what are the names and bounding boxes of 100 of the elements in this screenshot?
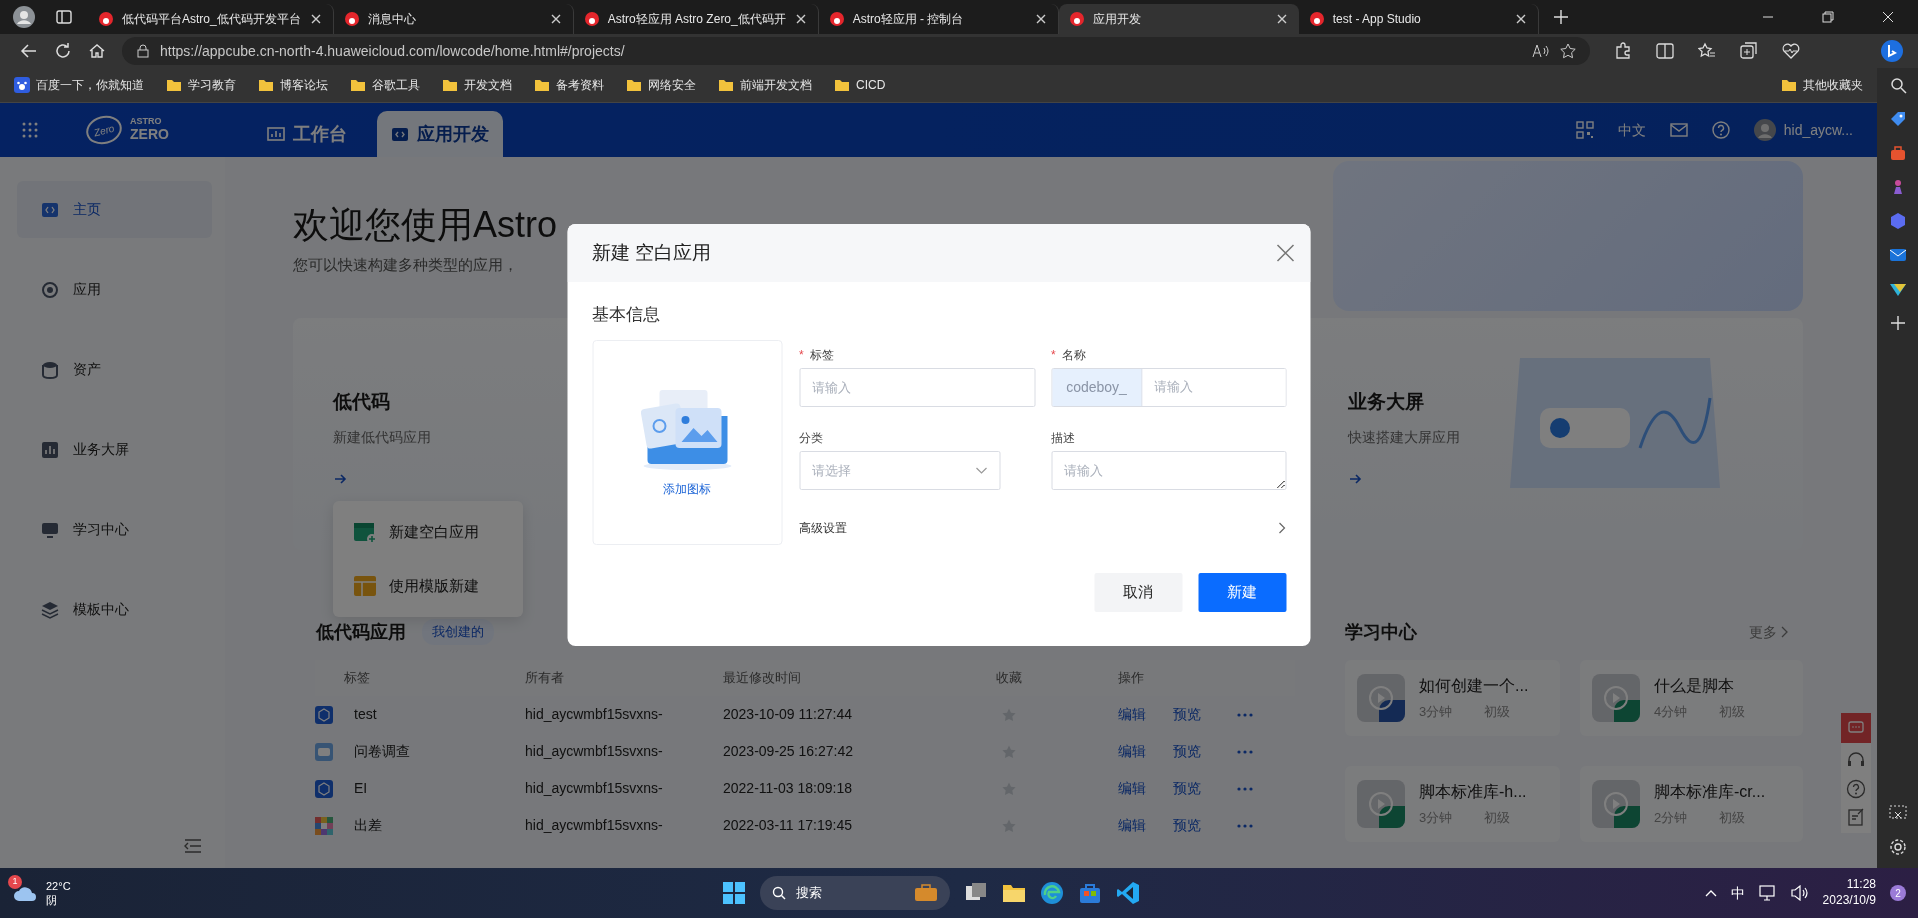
plus-icon[interactable] xyxy=(1888,314,1907,332)
bookmark[interactable]: 其他收藏夹 xyxy=(1781,76,1863,94)
app-name[interactable]: 出差 xyxy=(344,815,525,836)
name-input[interactable]: codeboy_ 请输入 xyxy=(1051,367,1286,407)
monitor-icon xyxy=(41,520,59,539)
collapse-icon[interactable] xyxy=(184,838,202,854)
sidebar-item[interactable]: 学习中心 xyxy=(17,501,212,558)
cancel-button[interactable]: 取消 xyxy=(1094,572,1182,612)
chevron-up-icon[interactable] xyxy=(1704,889,1717,897)
taskbar-search[interactable]: 搜索 xyxy=(760,876,950,910)
settings-icon[interactable] xyxy=(1888,838,1907,856)
address-bar[interactable]: https://appcube.cn-north-4.huaweicloud.com/lowcode/home.html#/projects/ xyxy=(122,37,1590,65)
menu-item[interactable]: 新建空白应用 xyxy=(333,505,523,559)
hexagon-icon[interactable] xyxy=(1888,212,1907,230)
plus-icon[interactable] xyxy=(1552,9,1569,25)
app-name[interactable]: 问卷调查 xyxy=(344,741,525,762)
text-input[interactable]: 请输入 xyxy=(799,367,1035,407)
app-name[interactable]: test xyxy=(344,704,525,725)
bookmark[interactable]: 备考资料 xyxy=(534,76,604,94)
icon-upload-area[interactable]: 添加图标 xyxy=(592,339,782,545)
more-icon[interactable] xyxy=(1237,749,1253,754)
grid-dots-icon[interactable] xyxy=(22,122,38,138)
arrow-right-icon[interactable] xyxy=(1348,471,1362,486)
filter-tab[interactable]: 我创建的 xyxy=(422,619,494,645)
sidebar-item[interactable]: 业务大屏 xyxy=(17,421,212,478)
play-icon[interactable] xyxy=(1603,791,1629,817)
start-icon[interactable] xyxy=(722,881,746,905)
more-icon[interactable] xyxy=(1237,786,1253,791)
back-arrow-icon[interactable] xyxy=(20,42,38,60)
arrow-right-icon[interactable] xyxy=(333,471,347,486)
avatar-icon[interactable] xyxy=(12,5,36,29)
user-menu[interactable]: hid_aycw... xyxy=(1753,119,1853,141)
action-link[interactable]: 预览 xyxy=(1173,778,1237,799)
sidebar-item[interactable]: 主页 xyxy=(17,181,212,238)
advanced-settings-row[interactable]: 高级设置 xyxy=(799,513,1286,542)
restore-icon[interactable] xyxy=(1822,11,1834,23)
ring-icon xyxy=(41,280,59,299)
description-input[interactable]: 请输入 xyxy=(1051,451,1286,491)
action-link[interactable]: 预览 xyxy=(1173,741,1237,762)
app-name[interactable]: EI xyxy=(344,778,525,799)
column-header: 所有者 xyxy=(525,669,565,688)
help-icon[interactable] xyxy=(1846,779,1866,799)
shopping-bag-icon[interactable] xyxy=(1078,881,1102,905)
edit-note-icon[interactable] xyxy=(1846,807,1866,827)
heartbeat-icon[interactable] xyxy=(1782,42,1800,60)
action-link[interactable]: 预览 xyxy=(1173,704,1237,725)
more-icon[interactable] xyxy=(1237,712,1253,717)
card-title: 业务大屏 xyxy=(1348,390,1425,414)
search-icon[interactable] xyxy=(1888,76,1907,94)
ribbon-icon[interactable] xyxy=(1116,881,1140,905)
menu-item[interactable]: 使用模版新建 xyxy=(333,559,523,613)
more-link[interactable]: 更多 xyxy=(1749,621,1789,643)
bookmark[interactable]: 博客论坛 xyxy=(258,76,328,94)
browser-tab[interactable]: 应用开发 xyxy=(1058,4,1299,34)
flower-icon xyxy=(583,11,600,27)
collections-icon[interactable] xyxy=(1740,42,1758,60)
card-title: 低代码 xyxy=(333,390,391,414)
notification-badge[interactable]: 2 xyxy=(1890,885,1906,901)
action-link[interactable]: 预览 xyxy=(1173,815,1237,836)
star-outline-icon[interactable] xyxy=(1560,43,1576,59)
refresh-icon[interactable] xyxy=(54,42,72,60)
bookmark[interactable]: 学习教育 xyxy=(166,76,236,94)
bookmark[interactable]: 网络安全 xyxy=(626,76,696,94)
app-tab[interactable]: 工作台 xyxy=(252,111,361,157)
more-icon[interactable] xyxy=(1237,823,1253,828)
bookmark[interactable]: 百度一下，你就知道 xyxy=(14,76,144,94)
read-aloud-icon[interactable] xyxy=(1532,43,1550,59)
briefcase-icon[interactable] xyxy=(1888,144,1907,162)
qr-code-icon[interactable] xyxy=(1575,121,1594,139)
b-logo-icon[interactable] xyxy=(1880,39,1904,63)
speaker-icon[interactable] xyxy=(1790,885,1809,901)
screenshot-icon[interactable] xyxy=(1888,804,1907,822)
favorites-icon[interactable] xyxy=(1698,42,1716,60)
network-icon[interactable] xyxy=(1758,885,1777,901)
action-link[interactable]: 编辑 xyxy=(1118,815,1173,836)
bookmark[interactable]: CICD xyxy=(834,76,886,94)
split-screen-icon[interactable] xyxy=(1656,42,1674,60)
home-icon[interactable] xyxy=(88,42,106,60)
action-link[interactable]: 编辑 xyxy=(1118,741,1173,762)
sidebar-item[interactable]: 资产 xyxy=(17,341,212,398)
sidebar-item[interactable]: 模板中心 xyxy=(17,581,212,638)
sidebar-item[interactable]: 应用 xyxy=(17,261,212,318)
create-button[interactable]: 新建 xyxy=(1198,572,1286,612)
puzzle-icon[interactable] xyxy=(1614,42,1632,60)
swirl-icon[interactable] xyxy=(1040,881,1064,905)
tab-actions-icon[interactable] xyxy=(56,9,72,25)
play-icon[interactable] xyxy=(1368,791,1394,817)
bookmark[interactable]: 前端开发文档 xyxy=(718,76,812,94)
play-icon[interactable] xyxy=(1368,685,1394,711)
play-icon[interactable] xyxy=(1603,685,1629,711)
input-method[interactable]: 中 xyxy=(1730,882,1745,904)
bookmark[interactable]: 开发文档 xyxy=(442,76,512,94)
clock[interactable]: 11:28 2023/10/9 xyxy=(1822,877,1876,909)
language-menu[interactable]: 中文 xyxy=(1617,119,1646,141)
bookmark[interactable]: 谷歌工具 xyxy=(350,76,420,94)
close-icon[interactable] xyxy=(1882,11,1894,23)
action-link[interactable]: 编辑 xyxy=(1118,704,1173,725)
mail-icon[interactable] xyxy=(1888,246,1907,264)
action-link[interactable]: 编辑 xyxy=(1118,778,1173,799)
app-tab[interactable]: 应用开发 xyxy=(376,111,503,157)
